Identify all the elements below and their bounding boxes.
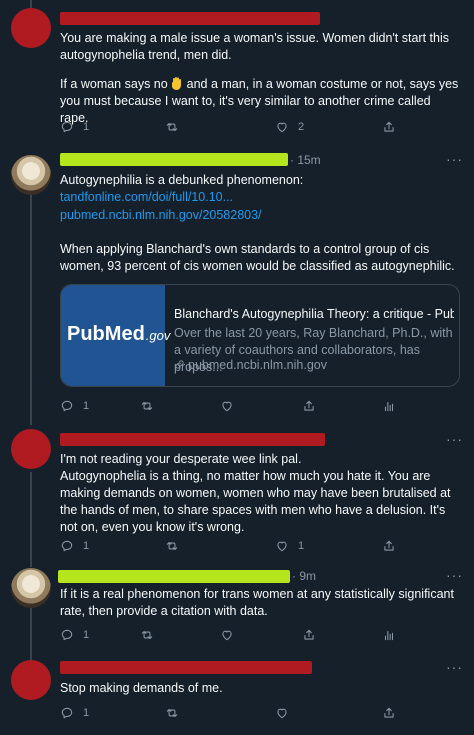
analytics-icon <box>382 399 396 413</box>
retweet-icon <box>140 628 154 642</box>
analytics-icon <box>382 628 396 642</box>
tweet-text: When applying Blanchard's own standards … <box>60 242 455 273</box>
more-options-button[interactable]: ··· <box>446 659 463 675</box>
tweet[interactable]: You are making a male issue a woman's is… <box>0 0 474 145</box>
reply-button[interactable]: 1 <box>60 118 89 136</box>
like-button[interactable] <box>220 397 234 415</box>
tweet-text: Autogynephilia is a debunked phenomenon: <box>60 173 304 187</box>
redacted-username <box>60 153 288 166</box>
reply-icon <box>60 628 74 642</box>
avatar[interactable] <box>11 429 51 469</box>
raised-hand-icon <box>172 77 182 90</box>
avatar[interactable] <box>11 8 51 48</box>
tweet-actions: 1 1 <box>60 537 390 555</box>
card-domain: pubmed.ncbi.nlm.nih.gov <box>174 358 327 372</box>
redacted-username <box>60 433 325 446</box>
share-button[interactable] <box>302 626 316 644</box>
reply-count: 1 <box>83 121 90 133</box>
pubmed-logo-image: PubMed.gov <box>61 285 170 386</box>
retweet-button[interactable] <box>165 537 179 555</box>
share-button[interactable] <box>382 704 396 722</box>
retweet-icon <box>165 539 179 553</box>
tweet-link[interactable]: pubmed.ncbi.nlm.nih.gov/20582803/ <box>60 207 262 224</box>
like-button[interactable]: 1 <box>275 537 304 555</box>
like-icon <box>275 120 289 134</box>
retweet-icon <box>165 120 179 134</box>
redacted-username <box>60 661 312 674</box>
more-options-button[interactable]: ··· <box>446 431 463 447</box>
retweet-icon <box>140 399 154 413</box>
retweet-button[interactable] <box>165 704 179 722</box>
like-icon <box>275 539 289 553</box>
share-button[interactable] <box>382 118 396 136</box>
tweet-link[interactable]: tandfonline.com/doi/full/10.10... <box>60 189 233 206</box>
tweet-text: If it is a real phenomenon for trans wom… <box>60 587 458 618</box>
retweet-button[interactable] <box>140 626 154 644</box>
reply-count: 1 <box>83 707 90 719</box>
share-button[interactable] <box>302 397 316 415</box>
tweet[interactable]: · 15m ··· Autogynephilia is a debunked p… <box>0 145 474 425</box>
redacted-username <box>58 570 290 583</box>
like-button[interactable] <box>275 704 289 722</box>
like-count: 1 <box>298 540 305 552</box>
share-icon <box>302 628 316 642</box>
avatar[interactable] <box>11 568 51 608</box>
tweet-timestamp[interactable]: · 15m <box>290 153 321 167</box>
analytics-button[interactable] <box>382 397 396 415</box>
like-icon <box>275 706 289 720</box>
reply-count: 1 <box>83 400 90 412</box>
retweet-button[interactable] <box>140 397 154 415</box>
tweet[interactable]: ··· I'm not reading your desperate wee l… <box>0 425 474 565</box>
reply-count: 1 <box>83 629 90 641</box>
analytics-button[interactable] <box>382 626 396 644</box>
avatar[interactable] <box>11 155 51 195</box>
like-icon <box>220 628 234 642</box>
redacted-username <box>60 12 320 25</box>
tweet-actions: 1 <box>60 626 390 644</box>
tweet-text: You are making a male issue a woman's is… <box>60 31 453 62</box>
reply-button[interactable]: 1 <box>60 537 89 555</box>
link-preview-card[interactable]: PubMed.gov Blanchard's Autogynephilia Th… <box>60 284 460 387</box>
reply-button[interactable]: 1 <box>60 397 89 415</box>
share-button[interactable] <box>382 537 396 555</box>
like-count: 2 <box>298 121 305 133</box>
reply-icon <box>60 399 74 413</box>
share-icon <box>382 706 396 720</box>
share-icon <box>302 399 316 413</box>
tweet-timestamp[interactable]: · 9m <box>292 569 316 583</box>
tweet[interactable]: · 9m ··· If it is a real phenomenon for … <box>0 565 474 655</box>
tweet-text: I'm not reading your desperate wee link … <box>60 452 451 534</box>
tweet-actions: 1 <box>60 397 390 415</box>
share-icon <box>382 539 396 553</box>
retweet-icon <box>165 706 179 720</box>
more-options-button[interactable]: ··· <box>446 151 463 167</box>
reply-icon <box>60 120 74 134</box>
retweet-button[interactable] <box>165 118 179 136</box>
avatar[interactable] <box>11 660 51 700</box>
card-title: Blanchard's Autogynephilia Theory: a cri… <box>174 307 454 321</box>
like-icon <box>220 399 234 413</box>
link-icon <box>174 359 185 370</box>
tweet[interactable]: ··· Stop making demands of me. 1 <box>0 655 474 735</box>
reply-button[interactable]: 1 <box>60 704 89 722</box>
reply-icon <box>60 539 74 553</box>
reply-button[interactable]: 1 <box>60 626 89 644</box>
share-icon <box>382 120 396 134</box>
tweet-text-part: If a woman says no <box>60 77 172 91</box>
reply-icon <box>60 706 74 720</box>
more-options-button[interactable]: ··· <box>446 567 463 583</box>
like-button[interactable] <box>220 626 234 644</box>
tweet-actions: 1 <box>60 704 390 722</box>
pubmed-logo: PubMed.gov <box>67 323 171 345</box>
like-button[interactable]: 2 <box>275 118 304 136</box>
tweet-text: Stop making demands of me. <box>60 681 223 695</box>
tweet-actions: 1 2 <box>60 118 390 136</box>
reply-count: 1 <box>83 540 90 552</box>
